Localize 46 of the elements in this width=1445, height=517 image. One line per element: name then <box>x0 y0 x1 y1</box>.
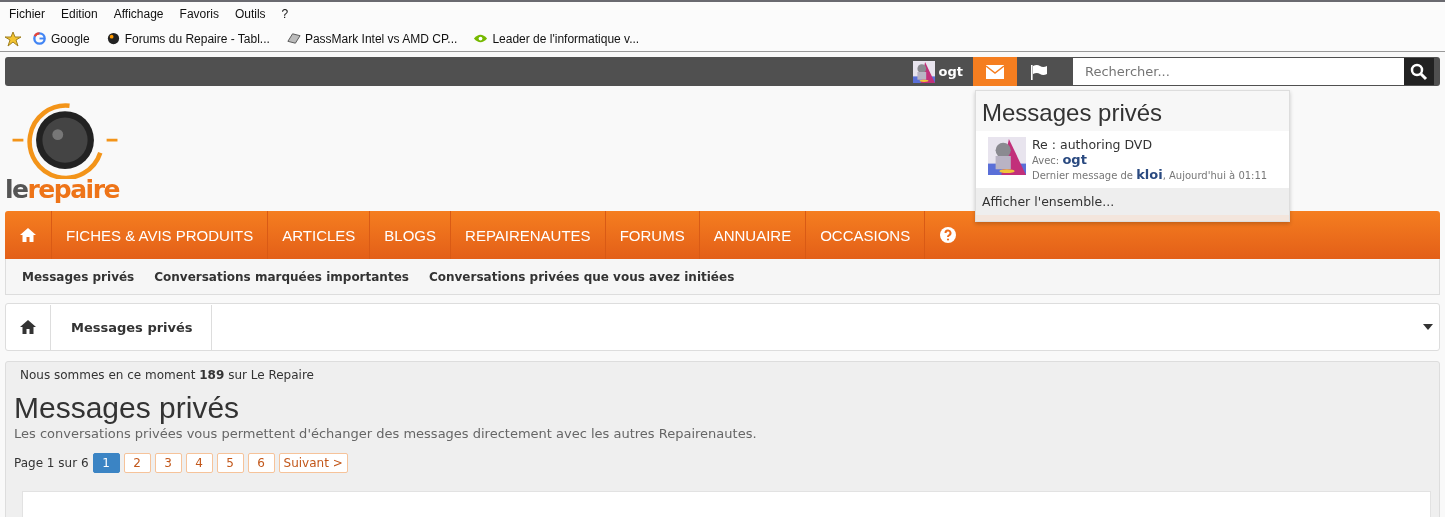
envelope-icon <box>985 63 1005 80</box>
popup-title: Messages privés <box>981 98 1164 128</box>
last-message-info: Dernier message de kloi, Aujourd'hui à 01:11 <box>1032 167 1268 182</box>
page-title: Messages privés <box>14 390 241 426</box>
ball-icon <box>105 31 121 46</box>
dropdown-caret-icon[interactable] <box>1423 323 1433 331</box>
bookmark-link[interactable]: PassMark Intel vs AMD CP... <box>304 31 458 46</box>
menu-item[interactable]: Fichier <box>9 7 45 21</box>
home-icon[interactable] <box>19 319 37 335</box>
page-button[interactable]: 1 <box>92 453 120 473</box>
message-subject[interactable]: Re : authoring DVD <box>1032 137 1268 152</box>
sub-nav-link[interactable]: Messages privés <box>18 269 139 284</box>
sub-nav-link[interactable]: Conversations marquées importantes <box>150 269 413 284</box>
home-icon <box>19 226 37 244</box>
page-indicator: Page 1 sur 6 <box>14 456 89 470</box>
message-participants: Avec: ogt <box>1032 152 1088 167</box>
menu-item[interactable]: ? <box>281 7 289 21</box>
username[interactable]: ogt <box>938 64 963 79</box>
breadcrumb-link[interactable]: Messages privés <box>50 304 212 350</box>
google-icon <box>32 31 47 46</box>
show-all-link[interactable]: Afficher l'ensemble... <box>976 188 1289 221</box>
flag-icon <box>1029 63 1049 80</box>
page-button[interactable]: 6 <box>247 453 275 473</box>
page-button[interactable]: 3 <box>154 453 182 473</box>
message-item[interactable]: Re : authoring DVD Avec: ogt Dernier message de kloi, Aujourd'hui à 01:11 <box>976 131 1289 188</box>
page-button[interactable]: 2 <box>123 453 151 473</box>
search-icon <box>1410 62 1428 81</box>
search-field[interactable]: Rechercher... <box>1073 58 1404 85</box>
bookmark-link[interactable]: Forums du Repaire - Tabl... <box>124 31 270 46</box>
bookmark-link[interactable]: Leader de l'informatique v... <box>492 31 640 46</box>
menu-item[interactable]: Favoris <box>179 7 219 21</box>
sub-nav-link[interactable]: Conversations privées que vous avez initiées <box>424 269 739 284</box>
favorites-star-icon[interactable] <box>5 30 22 47</box>
help-icon <box>939 226 958 244</box>
next-page-button[interactable]: Suivant > <box>278 453 348 473</box>
page-button[interactable]: 4 <box>185 453 213 473</box>
online-notice: Nous sommes en ce moment 189 sur Le Repaire <box>19 368 315 382</box>
bookmark-link[interactable]: Google <box>51 31 90 46</box>
menu-item[interactable]: Edition <box>61 7 98 21</box>
search-button[interactable] <box>1404 58 1434 85</box>
logo-text: lerepaire <box>5 177 119 203</box>
page-button[interactable]: 5 <box>216 453 244 473</box>
page-description: Les conversations privées vous permettent d'échanger des messages directement avec les autres Repairenautes. <box>14 426 758 441</box>
menu-item[interactable]: Affichage <box>113 7 164 21</box>
chip-icon <box>285 31 301 46</box>
menu-item[interactable]: Outils <box>234 7 266 21</box>
